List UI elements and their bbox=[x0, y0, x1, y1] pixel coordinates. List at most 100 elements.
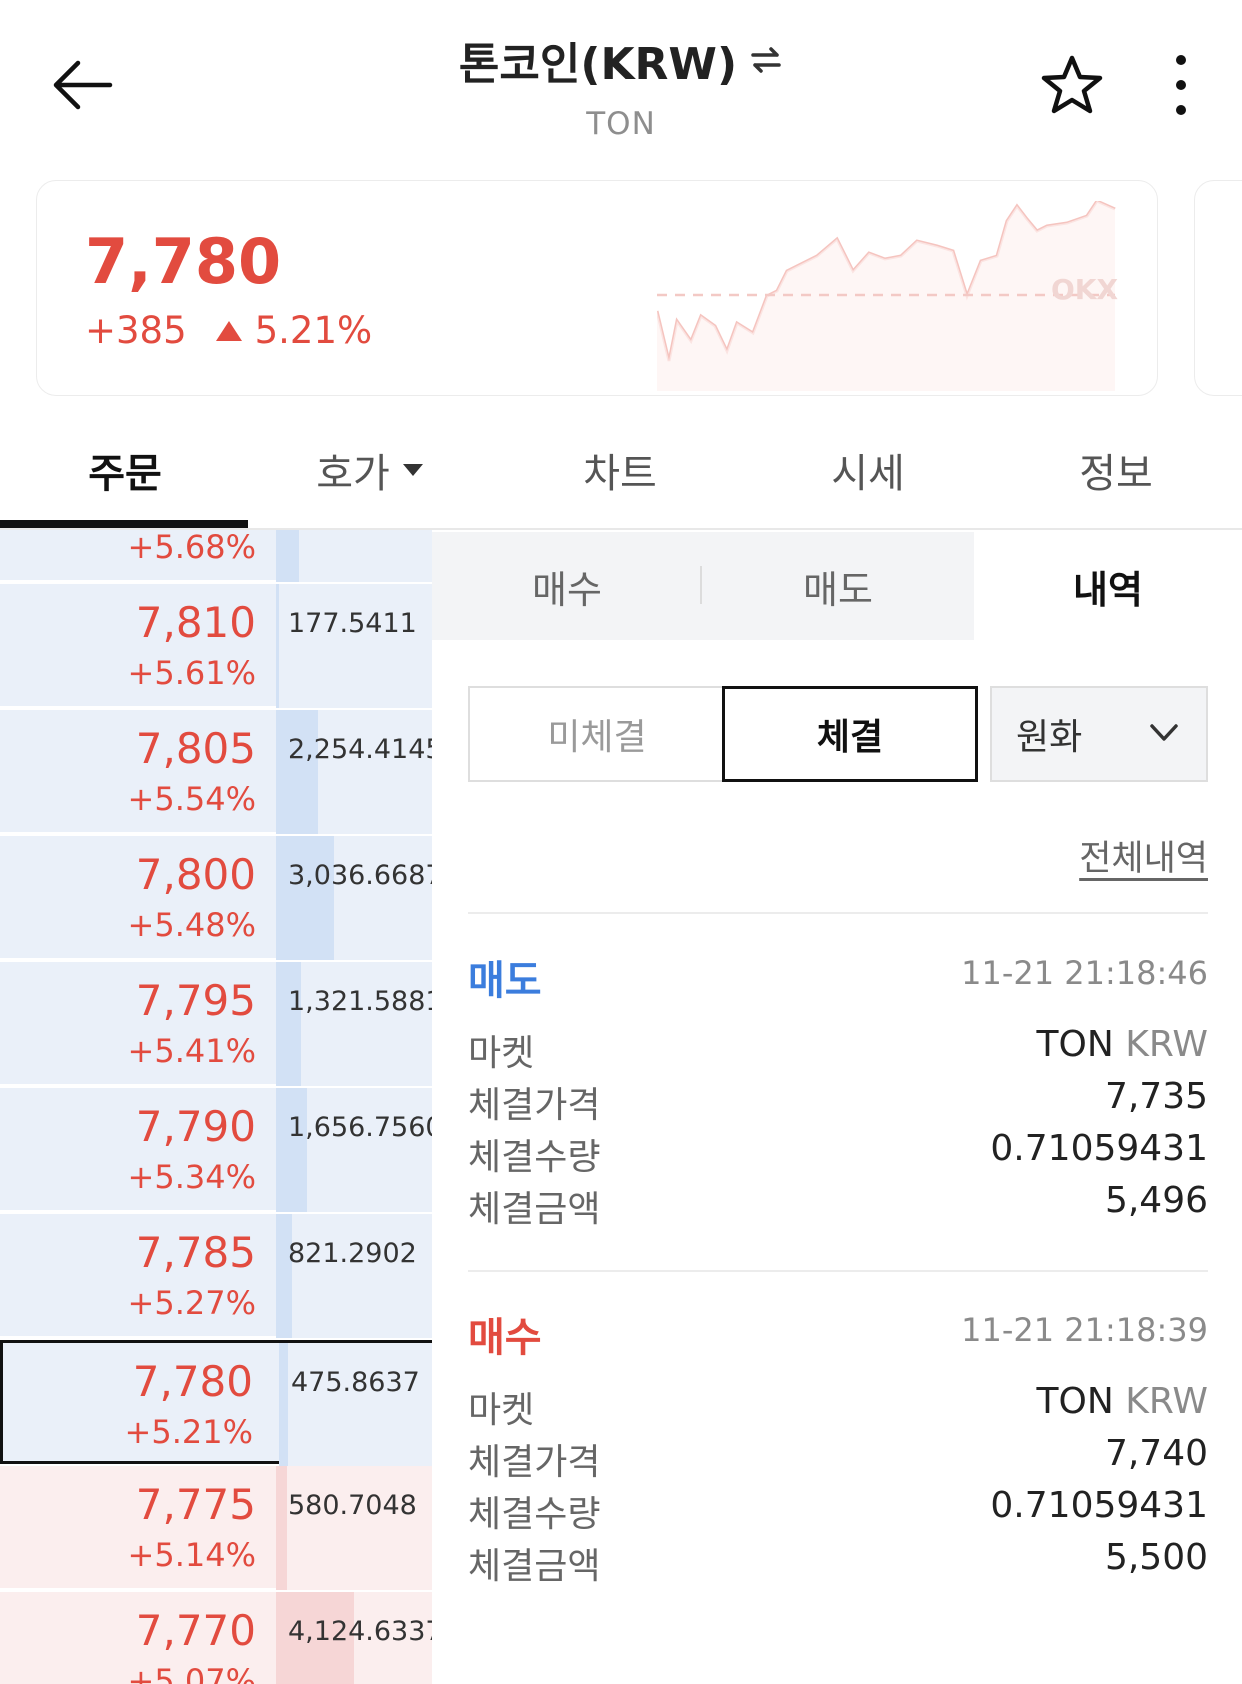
trade-amount-row: 체결금액 5,496 bbox=[468, 1180, 1208, 1232]
amount-value: 5,496 bbox=[1104, 1180, 1208, 1221]
price-value: 7,740 bbox=[1104, 1433, 1208, 1474]
market-symbol: TON bbox=[1036, 1381, 1114, 1422]
orderbook-percent: +5.34% bbox=[127, 1158, 256, 1196]
orderbook-percent: +5.14% bbox=[127, 1536, 256, 1574]
divider bbox=[468, 912, 1208, 914]
tab-market-price[interactable]: 시세 bbox=[788, 440, 948, 500]
tab-market-price-label: 시세 bbox=[831, 451, 905, 497]
tab-sell[interactable]: 매도 bbox=[702, 532, 974, 640]
orderbook-row-current[interactable]: 7,780 +5.21% 475.8637 bbox=[0, 1340, 432, 1467]
orderbook-quantity: 1,321.5881 bbox=[288, 986, 432, 1017]
qty-label: 체결수량 bbox=[468, 1494, 601, 1535]
depth-bar bbox=[276, 836, 334, 960]
qty-cell bbox=[279, 1343, 432, 1467]
active-tab-indicator bbox=[0, 520, 248, 528]
swap-icon[interactable] bbox=[749, 45, 783, 75]
order-panel-tabs: 매수 매도 내역 bbox=[432, 532, 1242, 640]
orderbook-price: 7,810 bbox=[135, 598, 256, 647]
qty-cell bbox=[276, 1466, 432, 1590]
trade-qty-row: 체결수량 0.71059431 bbox=[468, 1485, 1208, 1537]
tab-buy[interactable]: 매수 bbox=[432, 532, 702, 640]
qty-value: 0.71059431 bbox=[990, 1128, 1208, 1169]
orderbook-quantity: 821.2902 bbox=[288, 1238, 417, 1269]
chevron-down-icon bbox=[1150, 724, 1178, 741]
orderbook-price: 7,805 bbox=[135, 724, 256, 773]
amount-label: 체결금액 bbox=[468, 1546, 601, 1587]
orderbook-price: 7,780 bbox=[132, 1357, 253, 1406]
tab-buy-label: 매수 bbox=[532, 567, 602, 612]
tab-chart[interactable]: 차트 bbox=[540, 440, 700, 500]
orderbook-price: 7,770 bbox=[135, 1606, 256, 1655]
orderbook-quantity: 177.5411 bbox=[288, 608, 417, 639]
trade-market-row: 마켓 TON KRW bbox=[468, 1381, 1208, 1433]
depth-bar bbox=[276, 1214, 292, 1338]
exchange-watermark: OKX bbox=[1051, 273, 1119, 306]
tab-chart-label: 차트 bbox=[583, 451, 657, 497]
filled-toggle[interactable]: 체결 bbox=[722, 686, 978, 782]
market-label: 마켓 bbox=[468, 1390, 535, 1431]
more-menu-icon[interactable] bbox=[1166, 50, 1196, 120]
orderbook-percent: +5.61% bbox=[127, 654, 256, 692]
trade-time: 11-21 21:18:46 bbox=[961, 954, 1208, 992]
tab-orderbook[interactable]: 호가 bbox=[270, 440, 470, 500]
depth-bar bbox=[276, 1466, 287, 1590]
caret-down-icon bbox=[402, 464, 423, 476]
tab-order-label: 주문 bbox=[88, 451, 162, 497]
qty-cell bbox=[276, 1214, 432, 1338]
orderbook-quantity: 4,124.6337 bbox=[288, 1616, 432, 1647]
tab-info-label: 정보 bbox=[1079, 451, 1153, 497]
market-label: 마켓 bbox=[468, 1033, 535, 1074]
orderbook-price: 7,800 bbox=[135, 850, 256, 899]
depth-bar bbox=[276, 584, 279, 708]
filled-label: 체결 bbox=[816, 717, 884, 758]
depth-bar bbox=[276, 530, 299, 582]
orderbook-price: 7,775 bbox=[135, 1480, 256, 1529]
coin-title[interactable]: 톤코인(KRW) bbox=[459, 28, 783, 92]
market-value: TON KRW bbox=[1037, 1024, 1208, 1065]
currency-value: 원화 bbox=[1016, 717, 1083, 758]
orderbook-row[interactable]: 7,770 +5.07% 4,124.6337 bbox=[0, 1592, 432, 1684]
orderbook-row[interactable]: 7,810 +5.61% 177.5411 bbox=[0, 584, 432, 708]
orderbook-row[interactable]: 7,785 +5.27% 821.2902 bbox=[0, 1214, 432, 1338]
market-value: TON KRW bbox=[1037, 1381, 1208, 1422]
orderbook-row[interactable]: 7,800 +5.48% 3,036.6687 bbox=[0, 836, 432, 960]
trade-amount-row: 체결금액 5,500 bbox=[468, 1537, 1208, 1589]
qty-cell bbox=[276, 530, 432, 582]
orderbook-row[interactable]: 7,775 +5.14% 580.7048 bbox=[0, 1466, 432, 1590]
orderbook-row[interactable]: 7,815+5.68%1,271.9432 bbox=[0, 530, 432, 582]
currency-dropdown[interactable]: 원화 bbox=[990, 686, 1208, 782]
favorite-star-icon[interactable] bbox=[1038, 52, 1106, 120]
price-label: 체결가격 bbox=[468, 1085, 601, 1126]
orderbook-percent: +5.41% bbox=[127, 1032, 256, 1070]
tab-orderbook-label: 호가 bbox=[316, 451, 390, 497]
tab-order[interactable]: 주문 bbox=[40, 440, 210, 500]
price-value: 7,735 bbox=[1104, 1076, 1208, 1117]
depth-bar bbox=[276, 1088, 307, 1212]
orderbook-price: 7,790 bbox=[135, 1102, 256, 1151]
qty-value: 0.71059431 bbox=[990, 1485, 1208, 1526]
next-card-edge[interactable] bbox=[1194, 180, 1242, 396]
depth-bar bbox=[276, 710, 318, 834]
tab-sell-label: 매도 bbox=[803, 567, 873, 612]
orderbook-row[interactable]: 7,795 +5.41% 1,321.5881 bbox=[0, 962, 432, 1086]
trade-qty-row: 체결수량 0.71059431 bbox=[468, 1128, 1208, 1180]
current-price: 7,780 bbox=[85, 225, 282, 298]
price-change: +385 5.21% bbox=[85, 309, 372, 352]
orderbook-row[interactable]: 7,805 +5.54% 2,254.4145 bbox=[0, 710, 432, 834]
unfilled-toggle[interactable]: 미체결 bbox=[468, 686, 724, 782]
tab-info[interactable]: 정보 bbox=[1036, 440, 1196, 500]
trade-market-row: 마켓 TON KRW bbox=[468, 1024, 1208, 1076]
orderbook: 7,815+5.68%1,271.9432 7,810 +5.61% 177.5411… bbox=[0, 530, 432, 1684]
coin-name[interactable]: 톤코인(KRW) bbox=[459, 28, 737, 92]
orderbook-price: 7,785 bbox=[135, 1228, 256, 1277]
tab-history[interactable]: 내역 bbox=[974, 532, 1242, 640]
top-bar: 톤코인(KRW) TON bbox=[0, 0, 1242, 160]
all-history-link[interactable]: 전체내역 bbox=[1000, 830, 1208, 881]
trade-time: 11-21 21:18:39 bbox=[961, 1311, 1208, 1349]
trade-record: 매도 11-21 21:18:46 마켓 TON KRW 체결가격 7,735 … bbox=[468, 948, 1208, 1268]
orderbook-percent: +5.68% bbox=[127, 530, 256, 566]
main-tabs: 주문 호가 차트 시세 정보 bbox=[0, 416, 1242, 530]
price-card[interactable]: 7,780 +385 5.21% OKX bbox=[36, 180, 1158, 396]
price-label: 체결가격 bbox=[468, 1442, 601, 1483]
orderbook-row[interactable]: 7,790 +5.34% 1,656.7560 bbox=[0, 1088, 432, 1212]
